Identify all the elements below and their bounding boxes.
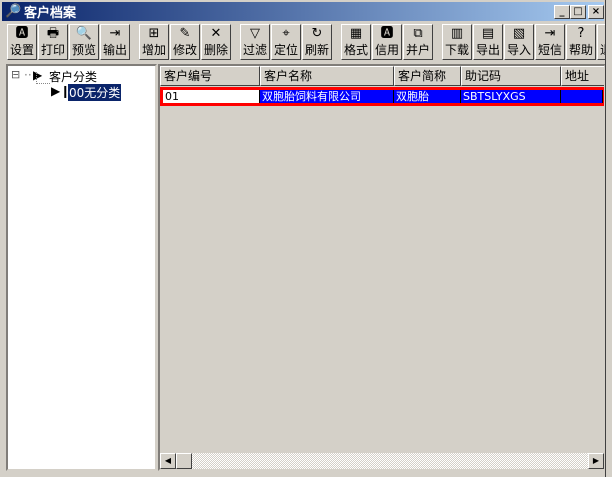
export-icon: ▤ bbox=[481, 26, 495, 41]
column-header-mnemonic[interactable]: 助记码 bbox=[461, 66, 561, 86]
exit-icon: ↳ bbox=[598, 25, 605, 43]
toolbar-button-label: 帮助 bbox=[568, 43, 593, 57]
toolbar-button-label: 修改 bbox=[172, 43, 197, 57]
toolbar-button-printer[interactable]: 🖶 打印 bbox=[38, 24, 68, 60]
category-tree: ⊟ ·· ▶ 客户分类 ▶❙ 00无分类 bbox=[6, 64, 157, 471]
column-header-short-name[interactable]: 客户简称 bbox=[394, 66, 461, 86]
help-icon: ? bbox=[577, 26, 585, 41]
import-icon: ▧ bbox=[512, 26, 526, 41]
toolbar-button-format[interactable]: ▦ 格式 bbox=[341, 24, 371, 60]
toolbar-button-merge[interactable]: ⧉ 并户 bbox=[403, 24, 433, 60]
toolbar-button-label: 信用 bbox=[374, 43, 399, 57]
toolbar-button-refresh[interactable]: ↻ 刷新 bbox=[302, 24, 332, 60]
toolbar-button-label: 并户 bbox=[405, 43, 430, 57]
filter-icon: ▽ bbox=[250, 26, 260, 41]
locate-icon: ⌖ bbox=[282, 26, 290, 41]
toolbar-button-label: 过滤 bbox=[242, 43, 267, 57]
toolbar-button-export[interactable]: ▤ 导出 bbox=[473, 24, 503, 60]
table-row[interactable]: 01 双胞胎饲料有限公司 双胞胎 SBTSLYXGS bbox=[160, 87, 604, 106]
toolbar-button-label: 导入 bbox=[506, 43, 531, 57]
toolbar-button-label: 短信 bbox=[537, 43, 562, 57]
close-button[interactable]: × bbox=[588, 5, 604, 19]
title-bar: 🔎 客户档案 _ □ × bbox=[2, 2, 604, 21]
cell-name[interactable]: 双胞胎饲料有限公司 bbox=[260, 90, 394, 103]
toolbar-button-label: 刷新 bbox=[304, 43, 329, 57]
window-title: 客户档案 bbox=[24, 6, 77, 21]
toolbar-button-output[interactable]: ⇥ 输出 bbox=[100, 24, 130, 60]
preview-icon: 🔍 bbox=[75, 26, 93, 41]
output-icon: ⇥ bbox=[109, 26, 121, 41]
add-icon: ⊞ bbox=[148, 26, 160, 41]
tree-node-uncategorized[interactable]: 00无分类 bbox=[66, 83, 123, 102]
toolbar-button-label: 删除 bbox=[203, 43, 228, 57]
customer-grid: 客户编号 客户名称 客户简称 助记码 地址 01 双胞胎饲料有限公司 双胞胎 S… bbox=[158, 64, 605, 471]
toolbar-button-preview[interactable]: 🔍 预览 bbox=[69, 24, 99, 60]
download-icon: ▥ bbox=[450, 26, 464, 41]
toolbar-button-delete[interactable]: ✕ 删除 bbox=[201, 24, 231, 60]
cell-mnemonic[interactable]: SBTSLYXGS bbox=[461, 90, 561, 103]
scroll-thumb[interactable] bbox=[176, 453, 192, 469]
toolbar-button-label: 下载 bbox=[444, 43, 469, 57]
sms-icon: ⇥ bbox=[544, 26, 556, 41]
page-setup-icon: 🅰 bbox=[15, 26, 29, 41]
delete-icon: ✕ bbox=[210, 26, 222, 41]
toolbar-button-label: 退出 bbox=[598, 43, 605, 57]
toolbar-button-filter[interactable]: ▽ 过滤 bbox=[240, 24, 270, 60]
scroll-right-arrow-icon[interactable]: ▶ bbox=[588, 453, 604, 469]
toolbar-button-label: 格式 bbox=[343, 43, 368, 57]
maximize-button[interactable]: □ bbox=[570, 5, 586, 19]
edit-icon: ✎ bbox=[179, 26, 191, 41]
tree-line: ·· bbox=[24, 68, 32, 82]
toolbar-button-help[interactable]: ? 帮助 bbox=[566, 24, 596, 60]
toolbar-button-label: 增加 bbox=[141, 43, 166, 57]
toolbar-button-label: 预览 bbox=[71, 43, 96, 57]
toolbar-button-label: 设置 bbox=[9, 43, 34, 57]
cell-code[interactable]: 01 bbox=[163, 90, 260, 103]
cell-short-name[interactable]: 双胞胎 bbox=[394, 90, 461, 103]
minimize-button[interactable]: _ bbox=[554, 5, 570, 19]
toolbar-button-import[interactable]: ▧ 导入 bbox=[504, 24, 534, 60]
toolbar-button-label: 输出 bbox=[102, 43, 127, 57]
toolbar-button-exit[interactable]: ↳退出 bbox=[597, 24, 605, 60]
key-icon: 🔎 bbox=[5, 4, 22, 19]
printer-icon: 🖶 bbox=[46, 26, 60, 41]
merge-icon: ⧉ bbox=[413, 26, 423, 41]
refresh-icon: ↻ bbox=[311, 26, 323, 41]
toolbar-button-edit[interactable]: ✎ 修改 bbox=[170, 24, 200, 60]
column-header-name[interactable]: 客户名称 bbox=[260, 66, 394, 86]
collapse-icon[interactable]: ⊟ bbox=[11, 68, 20, 81]
tree-node-root[interactable]: 客户分类 bbox=[49, 68, 97, 85]
column-header-code[interactable]: 客户编号 bbox=[160, 66, 260, 86]
tree-line bbox=[36, 72, 50, 84]
format-icon: ▦ bbox=[349, 26, 363, 41]
toolbar-button-sms[interactable]: ⇥ 短信 bbox=[535, 24, 565, 60]
credit-icon: 🅰 bbox=[380, 26, 394, 41]
toolbar-button-label: 定位 bbox=[273, 43, 298, 57]
toolbar-button-add[interactable]: ⊞ 增加 bbox=[139, 24, 169, 60]
toolbar-button-download[interactable]: ▥ 下载 bbox=[442, 24, 472, 60]
toolbar-button-locate[interactable]: ⌖ 定位 bbox=[271, 24, 301, 60]
toolbar-button-label: 导出 bbox=[475, 43, 500, 57]
customer-archive-window: 🔎 客户档案 _ □ × 🅰 设置 🖶 打印 🔍 预览 ⇥ 输出 ⊞ 增加 ✎ 修改 ✕ 删除 ▽ 过滤 ⌖ 定位… bbox=[0, 0, 606, 477]
cell-address[interactable] bbox=[561, 90, 603, 103]
horizontal-scrollbar[interactable]: ◀ ▶ bbox=[160, 453, 604, 469]
toolbar-button-credit[interactable]: 🅰 信用 bbox=[372, 24, 402, 60]
toolbar-button-page-setup[interactable]: 🅰 设置 bbox=[7, 24, 37, 60]
scroll-left-arrow-icon[interactable]: ◀ bbox=[160, 453, 176, 469]
toolbar-button-label: 打印 bbox=[40, 43, 65, 57]
column-header-address[interactable]: 地址 bbox=[561, 66, 604, 86]
